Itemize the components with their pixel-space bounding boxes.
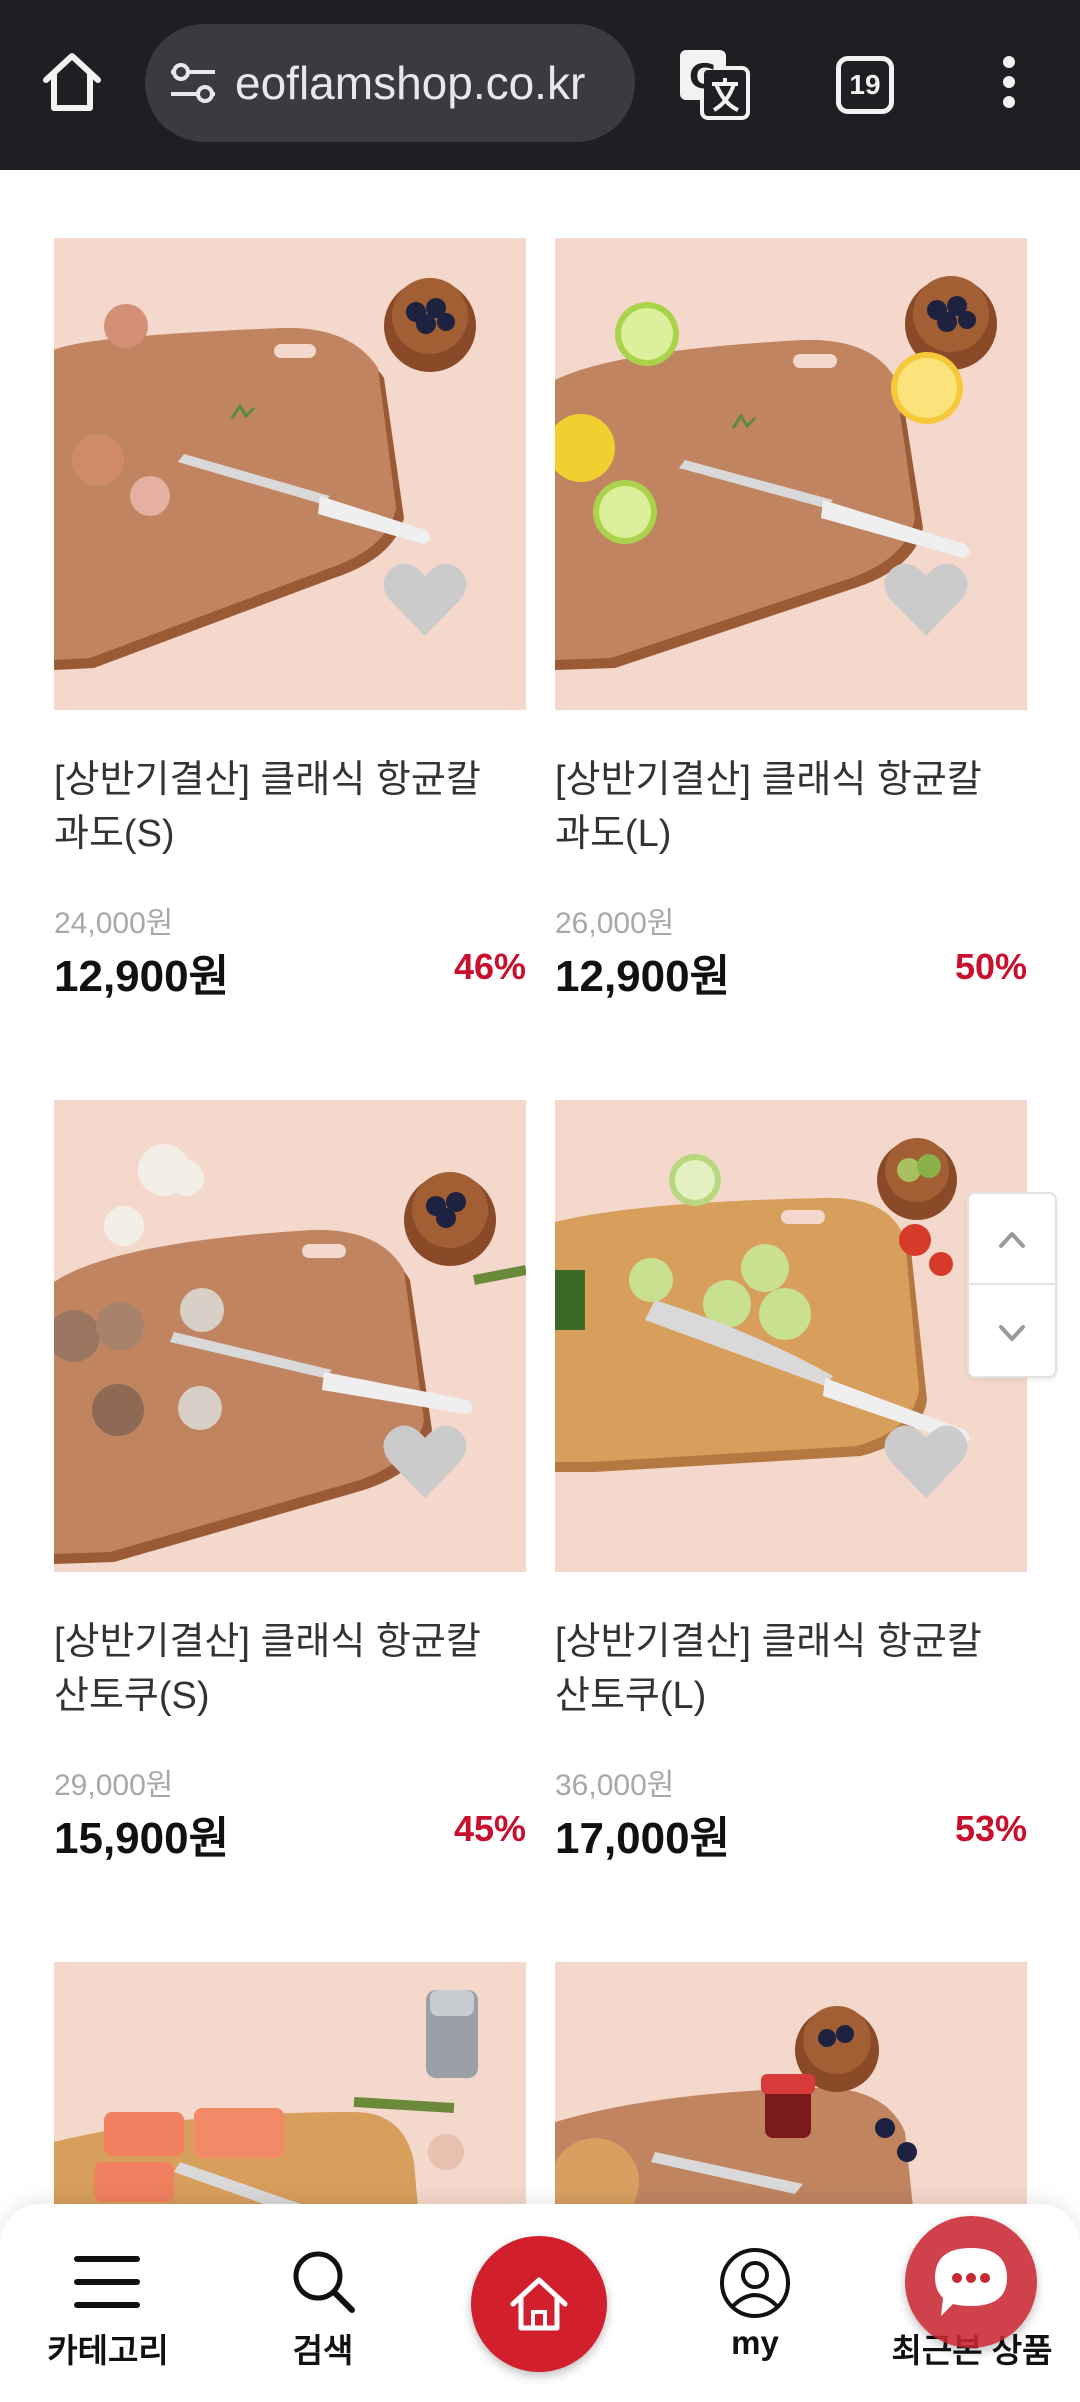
svg-text:G: G <box>689 57 717 97</box>
product-name[interactable]: [상반기결산] 클래식 항균칼 과도(S) <box>54 753 526 861</box>
chat-icon <box>935 2248 1007 2316</box>
original-price: 36,000원 <box>555 1769 675 1802</box>
nav-category[interactable]: 카테고리 <box>30 2204 186 2402</box>
nav-search[interactable]: 검색 <box>246 2204 400 2402</box>
product-image[interactable] <box>54 238 526 710</box>
chat-button[interactable] <box>905 2216 1037 2348</box>
discount-rate: 45% <box>453 1808 526 1849</box>
sale-price: 15,900원 <box>54 1814 230 1863</box>
more-options-icon[interactable] <box>998 56 1020 112</box>
chevron-up-icon <box>999 1232 1025 1248</box>
discount-rate: 50% <box>954 946 1027 987</box>
original-price: 26,000원 <box>555 907 675 940</box>
product-name[interactable]: [상반기결산] 클래식 항균칼 산토쿠(S) <box>54 1615 526 1723</box>
product-image[interactable] <box>54 1100 526 1572</box>
tab-switcher-button[interactable]: 19 <box>836 56 894 114</box>
nav-my-label: my <box>731 2324 779 2361</box>
heart-icon[interactable] <box>382 1422 468 1500</box>
sale-price: 12,900원 <box>555 952 731 1001</box>
browser-toolbar: eoflamshop.co.kr G 19 <box>0 0 1080 170</box>
product-name[interactable]: [상반기결산] 클래식 항균칼 산토쿠(L) <box>555 1615 1027 1723</box>
discount-rate: 46% <box>453 946 526 987</box>
original-price: 24,000원 <box>54 907 174 940</box>
product-image[interactable] <box>555 238 1027 710</box>
sale-price: 17,000원 <box>555 1814 731 1863</box>
nav-category-label: 카테고리 <box>47 2332 169 2369</box>
nav-search-label: 검색 <box>292 2332 354 2369</box>
scroll-up-button[interactable] <box>969 1194 1055 1285</box>
heart-icon[interactable] <box>883 560 969 638</box>
scroll-controls <box>967 1192 1057 1378</box>
menu-icon <box>74 2256 140 2308</box>
heart-icon[interactable] <box>382 560 468 638</box>
home-icon <box>510 2277 568 2331</box>
address-bar[interactable]: eoflamshop.co.kr <box>145 24 635 142</box>
heart-icon[interactable] <box>883 1422 969 1500</box>
url-text[interactable]: eoflamshop.co.kr <box>235 24 585 142</box>
product-image[interactable] <box>555 1100 1027 1572</box>
browser-home-icon[interactable] <box>36 46 108 118</box>
user-icon <box>720 2248 790 2318</box>
original-price: 29,000원 <box>54 1769 174 1802</box>
product-name[interactable]: [상반기결산] 클래식 항균칼 과도(L) <box>555 753 1027 861</box>
home-button[interactable] <box>471 2236 607 2372</box>
site-settings-icon[interactable] <box>167 60 219 106</box>
nav-my[interactable]: my <box>680 2204 830 2402</box>
translate-icon[interactable]: G <box>676 46 752 122</box>
chevron-down-icon <box>999 1325 1025 1341</box>
scroll-down-button[interactable] <box>969 1287 1055 1378</box>
sale-price: 12,900원 <box>54 952 230 1001</box>
search-icon <box>293 2251 355 2313</box>
discount-rate: 53% <box>954 1808 1027 1849</box>
